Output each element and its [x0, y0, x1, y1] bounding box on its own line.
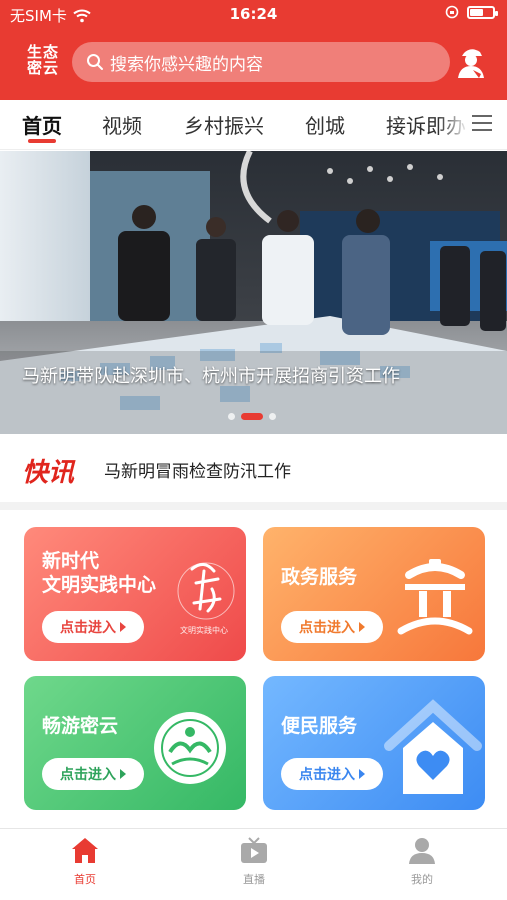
- channel-tabs: 首页 视频 乡村振兴 创城 接诉即办: [0, 100, 507, 150]
- scenic-seal-icon: [154, 712, 226, 784]
- tabs-fade: [439, 100, 469, 148]
- civilization-practice-icon: [177, 562, 235, 620]
- tab-home[interactable]: 首页: [22, 110, 62, 139]
- carousel-dot: [269, 413, 276, 420]
- enter-label: 点击进入: [299, 620, 355, 636]
- arrow-right-icon: [120, 622, 126, 632]
- profile-icon: [409, 838, 435, 864]
- section-divider: [0, 502, 507, 510]
- civilization-center-card[interactable]: 新时代 文明实践中心 点击进入: [24, 527, 246, 661]
- banner-caption[interactable]: 马新明带队赴深圳市、杭州市开展招商引资工作: [22, 362, 400, 388]
- banner-photo: [0, 151, 507, 434]
- card-title: 政务服务: [281, 566, 358, 588]
- enter-label: 点击进入: [299, 767, 355, 783]
- tv-icon: [241, 837, 267, 863]
- headline-banner[interactable]: [0, 151, 507, 434]
- search-icon: [87, 54, 103, 70]
- enter-button[interactable]: 点击进入: [42, 611, 144, 643]
- tab-rural-revitalization[interactable]: 乡村振兴: [184, 110, 264, 139]
- enter-button[interactable]: 点击进入: [281, 611, 383, 643]
- logo-line2: 密云: [26, 59, 59, 77]
- arrow-right-icon: [359, 622, 365, 632]
- arrow-right-icon: [359, 769, 365, 779]
- search-input[interactable]: 搜索你感兴趣的内容: [72, 42, 450, 82]
- card-title-line1: 新时代: [42, 550, 100, 572]
- active-tab-indicator: [28, 139, 56, 143]
- home-icon: [72, 838, 98, 863]
- convenience-services-card[interactable]: 便民服务 点击进入: [263, 676, 485, 810]
- quick-news-label: 快讯: [22, 458, 75, 488]
- tab-video[interactable]: 视频: [102, 110, 142, 139]
- app-logo: 生态 密云: [22, 44, 64, 76]
- quick-news-bar[interactable]: 快讯 马新明冒雨检查防汛工作: [0, 434, 507, 502]
- nav-home[interactable]: 首页: [55, 835, 115, 887]
- status-bar: 无SIM卡 16:24: [0, 0, 507, 28]
- carousel-dot: [228, 413, 235, 420]
- carousel-dot-active: [241, 413, 263, 420]
- nav-home-label: 首页: [74, 873, 96, 886]
- card-title: 畅游密云: [42, 715, 119, 737]
- enter-label: 点击进入: [60, 620, 116, 636]
- logo-line1: 生态: [26, 43, 59, 61]
- quick-news-headline[interactable]: 马新明冒雨检查防汛工作: [104, 457, 291, 482]
- enter-button[interactable]: 点击进入: [42, 758, 144, 790]
- volunteer-user-icon[interactable]: [453, 44, 489, 80]
- app-header: 无SIM卡 16:24 生态 密云 搜索你感兴趣的内容: [0, 0, 507, 100]
- tourism-card[interactable]: 畅游密云 点击进入: [24, 676, 246, 810]
- card-icon-caption: 文明实践中心: [180, 626, 228, 635]
- enter-label: 点击进入: [60, 767, 116, 783]
- menu-icon[interactable]: [471, 113, 493, 133]
- nav-profile[interactable]: 我的: [392, 835, 452, 887]
- carousel-indicator: [228, 413, 276, 420]
- nav-live[interactable]: 直播: [224, 835, 284, 887]
- nav-live-label: 直播: [243, 873, 265, 886]
- search-placeholder: 搜索你感兴趣的内容: [110, 54, 263, 75]
- gov-building-icon: [397, 559, 473, 635]
- bottom-nav: 首页 直播 我的: [0, 828, 507, 900]
- card-title: 便民服务: [281, 715, 358, 737]
- card-title-line2: 文明实践中心: [42, 574, 157, 596]
- clock-time: 16:24: [229, 5, 278, 23]
- arrow-right-icon: [120, 769, 126, 779]
- enter-button[interactable]: 点击进入: [281, 758, 383, 790]
- card-title: 新时代 文明实践中心: [42, 549, 156, 597]
- orientation-lock-icon: [445, 5, 459, 19]
- nav-profile-label: 我的: [411, 873, 433, 886]
- battery-icon: [467, 5, 498, 19]
- government-services-card[interactable]: 政务服务 点击进入: [263, 527, 485, 661]
- tab-civilized-city[interactable]: 创城: [305, 110, 345, 139]
- heart-house-icon: [384, 699, 482, 794]
